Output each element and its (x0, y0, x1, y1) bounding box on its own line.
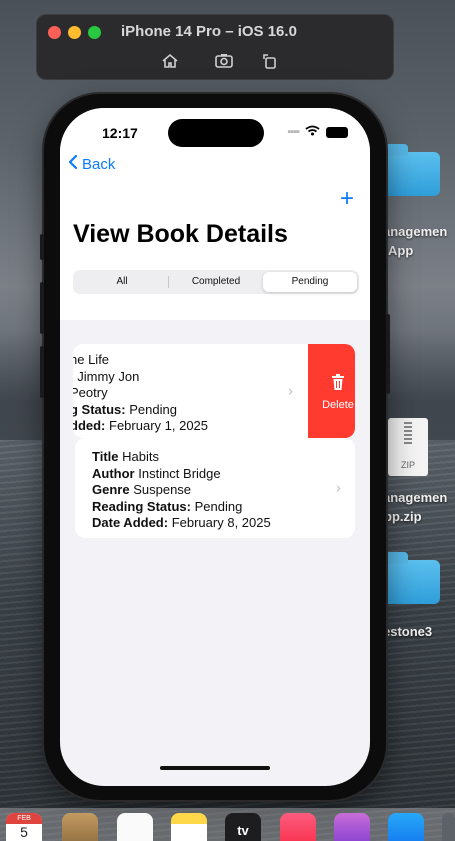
back-button[interactable]: Back (68, 154, 115, 174)
status-icons: ▪▪▪▪ (287, 123, 348, 141)
power-button (386, 314, 390, 394)
reminders-icon[interactable] (117, 813, 153, 841)
book-genre-value: Suspense (133, 482, 192, 497)
simulator-toolbar: iPhone 14 Pro – iOS 16.0 (36, 14, 394, 80)
desktop-item-label: App (388, 243, 414, 258)
segment-completed[interactable]: Completed (169, 272, 263, 292)
notes-icon[interactable] (171, 813, 207, 841)
chevron-left-icon (68, 154, 78, 174)
calendar-icon[interactable]: FEB 5 (6, 813, 42, 841)
cellular-icon: ▪▪▪▪ (287, 126, 300, 138)
book-author-value: Instinct Bridge (138, 465, 221, 481)
rotate-icon[interactable] (260, 51, 282, 73)
book-status-label: Reading Status: (92, 498, 191, 514)
zoom-window-button[interactable] (88, 26, 101, 39)
folder-icon[interactable] (382, 144, 440, 196)
book-details: he Life Jimmy Jon Peotry g Status: Pendi… (73, 352, 208, 435)
podcasts-icon[interactable] (334, 813, 370, 841)
volume-up-button (40, 282, 44, 334)
book-status-row: Reading Status: Pending (92, 499, 271, 516)
delete-label: Delete (322, 399, 354, 411)
chevron-right-icon: › (336, 479, 341, 497)
app-store-icon[interactable] (388, 813, 424, 841)
desktop-item-label: estone3 (383, 624, 433, 639)
book-status-value: Pending (194, 498, 243, 514)
status-filter-segmented-control: All Completed Pending (73, 270, 359, 294)
chevron-right-icon: › (288, 382, 293, 400)
book-card-content: he Life Jimmy Jon Peotry g Status: Pendi… (73, 344, 308, 438)
segment-pending[interactable]: Pending (263, 272, 357, 292)
book-details: Title Habits Author Instinct Bridge Genr… (92, 449, 271, 532)
iphone-simulator: 12:17 ▪▪▪▪ Back + View Book Details All … (40, 94, 390, 800)
segment-all[interactable]: All (75, 272, 169, 292)
simulator-title: iPhone 14 Pro – iOS 16.0 (121, 23, 297, 40)
home-icon[interactable] (160, 51, 182, 73)
minimize-window-button[interactable] (68, 26, 81, 39)
close-window-button[interactable] (48, 26, 61, 39)
apple-tv-icon[interactable]: tv (225, 813, 261, 841)
status-time: 12:17 (102, 125, 138, 141)
book-card[interactable]: Title Habits Author Instinct Bridge Genr… (75, 438, 355, 538)
book-date-value: February 1, 2025 (109, 418, 209, 433)
book-title-value: he Life (73, 352, 110, 367)
book-status-label: g Status: (73, 401, 126, 417)
system-settings-icon[interactable] (442, 813, 455, 841)
book-author-row: Jimmy Jon (73, 369, 208, 386)
add-book-button[interactable]: + (340, 187, 354, 211)
book-genre-label: Genre (92, 482, 130, 497)
desktop-item-label: pp.zip (384, 509, 422, 524)
book-date-label: Date Added: (92, 515, 169, 530)
volume-down-button (40, 346, 44, 398)
zipper-icon (404, 422, 412, 444)
home-indicator[interactable] (160, 766, 270, 770)
music-icon[interactable] (280, 813, 316, 841)
mute-switch (40, 234, 44, 260)
book-author-label: Author (92, 465, 135, 481)
folder-icon[interactable] (382, 552, 440, 604)
desktop-item-label: anagemen (383, 490, 448, 505)
calendar-day: 5 (20, 824, 28, 840)
book-title-row: Title Habits (92, 449, 271, 466)
book-status-value: Pending (129, 401, 177, 417)
wifi-icon (305, 123, 320, 141)
book-date-row: Date Added: February 8, 2025 (92, 515, 271, 532)
book-author-row: Author Instinct Bridge (92, 466, 271, 483)
book-card[interactable]: he Life Jimmy Jon Peotry g Status: Pendi… (73, 344, 355, 438)
book-date-value: February 8, 2025 (171, 515, 271, 530)
apple-tv-label: tv (237, 823, 249, 838)
book-title-label: Title (92, 449, 119, 464)
delete-button[interactable]: Delete (308, 344, 355, 438)
book-genre-row: Genre Suspense (92, 482, 271, 499)
book-genre-value: Peotry (73, 385, 108, 400)
page-title: View Book Details (73, 220, 288, 248)
back-label: Back (82, 155, 116, 173)
battery-icon (326, 126, 348, 138)
phone-screen: 12:17 ▪▪▪▪ Back + View Book Details All … (60, 108, 370, 786)
book-date-label: dded: (73, 418, 106, 433)
camera (237, 120, 263, 146)
zip-badge: ZIP (400, 460, 415, 470)
zip-file-icon[interactable]: ZIP (388, 418, 428, 476)
book-author-value: Jimmy Jon (77, 368, 140, 384)
book-title-value: Habits (122, 449, 159, 464)
book-date-row: dded: February 1, 2025 (73, 418, 208, 435)
calendar-month: FEB (6, 813, 42, 824)
trash-icon (331, 374, 345, 391)
screenshot-icon[interactable] (213, 51, 235, 73)
contacts-icon[interactable] (62, 813, 98, 841)
book-status-row: g Status: Pending (73, 402, 208, 419)
desktop-item-label: anagemen (383, 224, 448, 239)
